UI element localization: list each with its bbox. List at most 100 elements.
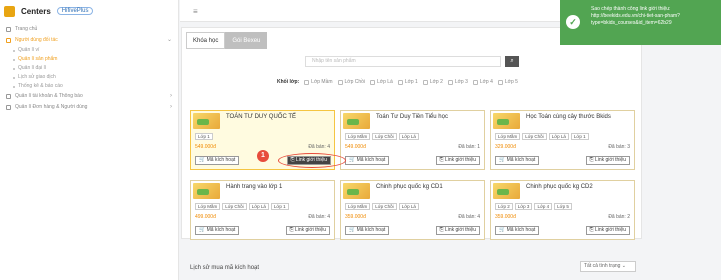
filter-checkbox[interactable]: Lớp Chồi (337, 79, 365, 85)
product-card: Hành trang vào lớp 1 Lớp Mầm Lớp Chồi Lớ… (190, 180, 335, 240)
activation-code-button[interactable]: 🛒 Mã kích hoạt (195, 226, 240, 235)
product-title: Toán Tư Duy Tiền Tiểu học (376, 114, 448, 120)
sidebar-item-label: Quản lí Đơn hàng & Người dùng (15, 104, 88, 110)
product-thumbnail (343, 183, 370, 199)
referral-link-button[interactable]: ⎘ Link giới thiệu (585, 226, 630, 235)
activation-code-button[interactable]: 🛒 Mã kích hoạt (195, 156, 240, 165)
grade-tag: Lớp Lá (548, 133, 569, 140)
sold-count: Đã bán: 1 (458, 144, 480, 150)
search-button[interactable]: ⌕ (505, 56, 519, 67)
sidebar-subitem-agents[interactable]: Quản lí đại lí (0, 64, 178, 73)
purchase-history-title: Lịch sử mua mã kích hoạt (190, 265, 260, 271)
sold-count: Đã bán: 3 (608, 144, 630, 150)
activation-code-button[interactable]: 🛒 Mã kích hoạt (345, 156, 390, 165)
filter-checkbox[interactable]: Lớp 2 (422, 79, 443, 85)
sidebar-item-partner-users[interactable]: Người dùng đối tác ⌄ (0, 35, 178, 46)
product-price: 499.000đ (195, 214, 216, 220)
activation-code-button[interactable]: 🛒 Mã kích hoạt (345, 226, 390, 235)
grade-filter: Khối lớp: Lớp Mầm Lớp Chồi Lớp Lá Lớp 1 … (277, 79, 518, 85)
sidebar-item-accounts[interactable]: Quản lí tài khoản & Thông báo › (0, 91, 178, 102)
chevron-right-icon: › (170, 104, 172, 110)
filter-checkbox[interactable]: Lớp 3 (447, 79, 468, 85)
product-price: 549.000đ (195, 144, 216, 150)
chevron-down-icon: ⌄ (166, 37, 172, 43)
search-input[interactable]: Nhập tên sản phẩm (305, 56, 501, 67)
product-price: 359.000đ (495, 214, 516, 220)
product-price: 359.000đ (345, 214, 366, 220)
sidebar-subitem-transactions[interactable]: Lịch sử giao dịch (0, 73, 178, 82)
product-thumbnail (193, 183, 220, 199)
checkbox-icon (447, 79, 453, 85)
checkbox-icon (397, 79, 403, 85)
activation-code-button[interactable]: 🛒 Mã kích hoạt (495, 226, 540, 235)
sidebar-nav: Trang chủ Người dùng đối tác ⌄ Quản lí v… (0, 22, 178, 113)
checkbox-label: Lớp 5 (504, 79, 518, 85)
referral-link-button[interactable]: ⎘ Link giới thiệu (435, 156, 480, 165)
grade-tag: Lớp 1 (195, 133, 213, 140)
grade-tag: Lớp 3 (514, 203, 533, 210)
annotation-badge: 1 (257, 150, 269, 162)
filter-checkbox[interactable]: Lớp Mầm (304, 79, 333, 85)
grade-tag: Lớp Chồi (522, 133, 547, 140)
product-price: 329.000đ (495, 144, 516, 150)
tab-courses[interactable]: Khóa học (186, 32, 226, 49)
product-price: 549.000đ (345, 144, 366, 150)
filter-checkbox[interactable]: Lớp 1 (397, 79, 418, 85)
grade-tag: Lớp Lá (398, 203, 419, 210)
grade-tag: Lớp Lá (248, 203, 269, 210)
grade-tag: Lớp Mầm (195, 203, 221, 210)
product-thumbnail (193, 113, 220, 129)
product-thumbnail (493, 183, 520, 199)
product-card: Chinh phục quốc kg CD2 Lớp 2 Lớp 3 Lớp 4… (490, 180, 635, 240)
grade-tags: Lớp Mầm Lớp Chồi Lớp Lá Lớp 1 (195, 203, 305, 210)
grade-tag: Lớp Chồi (222, 203, 247, 210)
grade-tag: Lớp Mầm (495, 133, 521, 140)
filter-checkbox[interactable]: Lớp 5 (497, 79, 518, 85)
sidebar-item-label: Trang chủ (15, 26, 38, 32)
product-title: Chinh phục quốc kg CD2 (526, 184, 593, 190)
sidebar-subitem-products[interactable]: Quản lí sản phẩm (0, 55, 178, 64)
brand-name: Centers (21, 6, 51, 16)
checkbox-label: Lớp 1 (404, 79, 418, 85)
sold-count: Đã bán: 4 (308, 214, 330, 220)
grade-tag: Lớp Chồi (372, 203, 397, 210)
filter-checkbox[interactable]: Lớp Lá (370, 79, 393, 85)
grade-tag: Lớp 1 (570, 133, 589, 140)
status-select[interactable]: Tất cả tình trạng ⌄ (580, 261, 636, 272)
users-icon (6, 94, 11, 99)
cart-icon (6, 105, 11, 110)
product-title: Chinh phục quốc kg CD1 (376, 184, 443, 190)
sidebar-subitem-reports[interactable]: Thống kê & báo cáo (0, 82, 178, 91)
annotation-circle (278, 153, 346, 168)
sold-count: Đã bán: 4 (308, 144, 330, 150)
tab-packages[interactable]: Gói Bexeu (225, 32, 268, 49)
grade-tag: Lớp 2 (495, 203, 513, 210)
sidebar-subitem-wallet[interactable]: Quản lí ví (0, 46, 178, 55)
grade-tags: Lớp 2 Lớp 3 Lớp 4 Lớp 5 (495, 203, 585, 210)
sidebar-item-home[interactable]: Trang chủ (0, 24, 178, 35)
success-toast: ✓ Sao chép thành công link giới thiệu: h… (560, 0, 721, 45)
filter-checkbox[interactable]: Lớp 4 (472, 79, 493, 85)
sidebar-item-orders[interactable]: Quản lí Đơn hàng & Người dùng › (0, 102, 178, 113)
product-card: Toán Tư Duy Tiền Tiểu học Lớp Mầm Lớp Ch… (340, 110, 485, 170)
checkbox-icon (472, 79, 478, 85)
check-icon: ✓ (566, 15, 580, 29)
hamburger-menu-icon[interactable]: ≡ (193, 7, 198, 16)
grade-tag: Lớp Chồi (372, 133, 397, 140)
product-title: Hành trang vào lớp 1 (226, 184, 283, 190)
referral-link-button[interactable]: ⎘ Link giới thiệu (435, 226, 480, 235)
referral-link-button[interactable]: ⎘ Link giới thiệu (585, 156, 630, 165)
referral-link-button[interactable]: ⎘ Link giới thiệu (285, 226, 330, 235)
logo-bar: Centers HifivePlus (0, 0, 178, 22)
sidebar-item-label: Quản lí tài khoản & Thông báo (15, 93, 83, 99)
activation-code-button[interactable]: 🛒 Mã kích hoạt (495, 156, 540, 165)
sold-count: Đã bán: 2 (608, 214, 630, 220)
checkbox-label: Lớp 2 (429, 79, 443, 85)
tab-bar: Khóa học Gói Bexeu (186, 32, 268, 49)
grade-tag: Lớp 5 (554, 203, 572, 210)
checkbox-icon (422, 79, 428, 85)
product-card: Chinh phục quốc kg CD1 Lớp Mầm Lớp Chồi … (340, 180, 485, 240)
checkbox-label: Lớp 3 (454, 79, 468, 85)
sold-count: Đã bán: 4 (458, 214, 480, 220)
checkbox-icon (337, 79, 343, 85)
